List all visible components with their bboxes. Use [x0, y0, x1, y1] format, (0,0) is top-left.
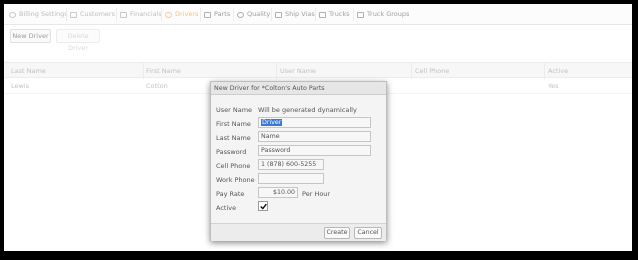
pay-rate-suffix: Per Hour [302, 190, 331, 198]
pay-rate-field[interactable]: $10.00 [258, 187, 298, 198]
cancel-button[interactable]: Cancel [354, 227, 382, 239]
create-button[interactable]: Create [324, 227, 350, 239]
new-driver-dialog: New Driver for *Colton's Auto Parts User… [210, 81, 387, 241]
user-name-label: User Name [216, 106, 253, 114]
work-phone-label: Work Phone [216, 176, 255, 184]
active-checkbox[interactable] [258, 201, 268, 211]
first-name-label: First Name [216, 120, 251, 128]
password-label: Password [216, 148, 247, 156]
work-phone-field[interactable] [258, 173, 324, 184]
pay-rate-label: Pay Rate [216, 190, 245, 198]
password-field[interactable]: Password [258, 145, 371, 156]
cell-phone-label: Cell Phone [216, 162, 251, 170]
first-name-field[interactable]: Driver [258, 117, 371, 128]
cell-phone-field[interactable]: 1 (878) 600-5255 [258, 159, 324, 170]
dialog-footer: Create Cancel [211, 223, 386, 241]
active-label: Active [216, 204, 237, 212]
dialog-title: New Driver for *Colton's Auto Parts [211, 82, 386, 95]
first-name-value: Driver [261, 119, 283, 126]
user-name-value: Will be generated dynamically [258, 106, 357, 114]
checkmark-icon [260, 203, 267, 210]
app-window: Billing Settings Customers Financials Dr… [4, 4, 632, 251]
last-name-field[interactable]: Name [258, 131, 371, 142]
last-name-label: Last Name [216, 134, 251, 142]
